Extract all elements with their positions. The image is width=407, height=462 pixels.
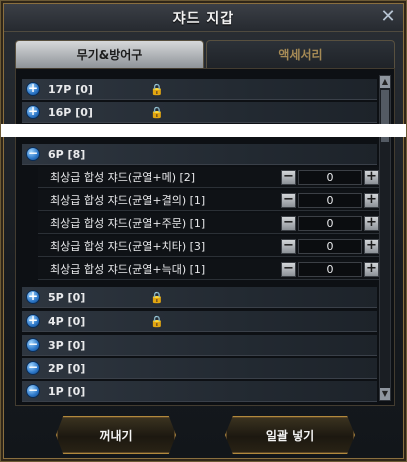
tab-accessories[interactable]: 액세서리 (206, 40, 395, 68)
expand-plus-icon[interactable]: + (26, 82, 40, 96)
scroll-up-icon[interactable]: ▲ (380, 76, 390, 88)
blank-band (1, 124, 406, 137)
group-row-1p[interactable]: − 1P [0] (22, 381, 377, 402)
quantity-value[interactable]: 0 (298, 169, 362, 185)
group-label: 6P [8] (48, 147, 86, 161)
group-row-3p[interactable]: − 3P [0] (22, 335, 377, 356)
jade-item-row: 최상급 합성 쟈드(균열+결의) [1] − 0 + (38, 190, 381, 211)
decrement-button[interactable]: − (281, 261, 296, 277)
group-label: 5P [0] (48, 290, 86, 304)
window-title: 쟈드 지갑 (172, 10, 235, 27)
lock-icon: 🔒 (150, 105, 164, 119)
lock-icon: 🔒 (150, 82, 164, 96)
expand-plus-icon[interactable]: + (26, 105, 40, 119)
group-row-2p[interactable]: − 2P [0] (22, 358, 377, 379)
increment-button[interactable]: + (364, 215, 379, 231)
group-row-16p[interactable]: + 16P [0] 🔒 (22, 102, 377, 123)
bottom-button-bar: 꺼내기 일괄 넣기 (1, 408, 406, 461)
group-row-17p[interactable]: + 17P [0] 🔒 (22, 79, 377, 100)
increment-button[interactable]: + (364, 261, 379, 277)
group-row-6p[interactable]: − 6P [8] (22, 144, 377, 165)
group-label: 2P [0] (48, 361, 86, 375)
tab-row: 무기&방어구 액세서리 (15, 40, 395, 68)
group-label: 4P [0] (48, 314, 86, 328)
quantity-value[interactable]: 0 (298, 261, 362, 277)
quantity-stepper: − 0 + (281, 192, 379, 208)
group-label: 3P [0] (48, 338, 86, 352)
withdraw-button[interactable]: 꺼내기 (56, 416, 176, 454)
decrement-button[interactable]: − (281, 169, 296, 185)
jade-wallet-window: 쟈드 지갑 ✕ 무기&방어구 액세서리 + 17P [0] 🔒 + 16P [0… (0, 0, 407, 462)
tab-weapons-armor[interactable]: 무기&방어구 (15, 40, 204, 68)
jade-item-label: 최상급 합성 쟈드(균열+메) [2] (50, 171, 196, 184)
quantity-value[interactable]: 0 (298, 215, 362, 231)
lock-icon: 🔒 (150, 290, 164, 304)
collapse-minus-icon[interactable]: − (26, 361, 40, 375)
jade-item-row: 최상급 합성 쟈드(균열+늑대) [1] − 0 + (38, 259, 381, 280)
group-label: 17P [0] (48, 82, 93, 96)
lock-icon: 🔒 (150, 314, 164, 328)
collapse-minus-icon[interactable]: − (26, 147, 40, 161)
expand-plus-icon[interactable]: + (26, 290, 40, 304)
decrement-button[interactable]: − (281, 192, 296, 208)
decrement-button[interactable]: − (281, 215, 296, 231)
expand-plus-icon[interactable]: + (26, 314, 40, 328)
jade-item-label: 최상급 합성 쟈드(균열+늑대) [1] (50, 263, 206, 276)
title-bar[interactable]: 쟈드 지갑 ✕ (4, 4, 403, 32)
group-label: 16P [0] (48, 105, 93, 119)
quantity-stepper: − 0 + (281, 169, 379, 185)
increment-button[interactable]: + (364, 192, 379, 208)
scroll-down-icon[interactable]: ▼ (380, 388, 390, 400)
jade-item-row: 최상급 합성 쟈드(균열+치타) [3] − 0 + (38, 236, 381, 257)
increment-button[interactable]: + (364, 238, 379, 254)
quantity-stepper: − 0 + (281, 261, 379, 277)
close-icon[interactable]: ✕ (379, 8, 397, 26)
group-row-5p[interactable]: + 5P [0] 🔒 (22, 287, 377, 308)
insert-all-button[interactable]: 일괄 넣기 (225, 416, 355, 454)
group-row-4p[interactable]: + 4P [0] 🔒 (22, 311, 377, 332)
quantity-stepper: − 0 + (281, 215, 379, 231)
jade-item-label: 최상급 합성 쟈드(균열+주문) [1] (50, 217, 206, 230)
jade-item-label: 최상급 합성 쟈드(균열+치타) [3] (50, 240, 206, 253)
jade-item-label: 최상급 합성 쟈드(균열+결의) [1] (50, 194, 206, 207)
quantity-value[interactable]: 0 (298, 192, 362, 208)
jade-item-row: 최상급 합성 쟈드(균열+메) [2] − 0 + (38, 167, 381, 188)
jade-list-panel: + 17P [0] 🔒 + 16P [0] 🔒 − 6P [8] 최상급 합성 … (15, 68, 395, 406)
decrement-button[interactable]: − (281, 238, 296, 254)
collapse-minus-icon[interactable]: − (26, 338, 40, 352)
quantity-stepper: − 0 + (281, 238, 379, 254)
increment-button[interactable]: + (364, 169, 379, 185)
quantity-value[interactable]: 0 (298, 238, 362, 254)
group-label: 1P [0] (48, 384, 86, 398)
collapse-minus-icon[interactable]: − (26, 384, 40, 398)
jade-item-row: 최상급 합성 쟈드(균열+주문) [1] − 0 + (38, 213, 381, 234)
